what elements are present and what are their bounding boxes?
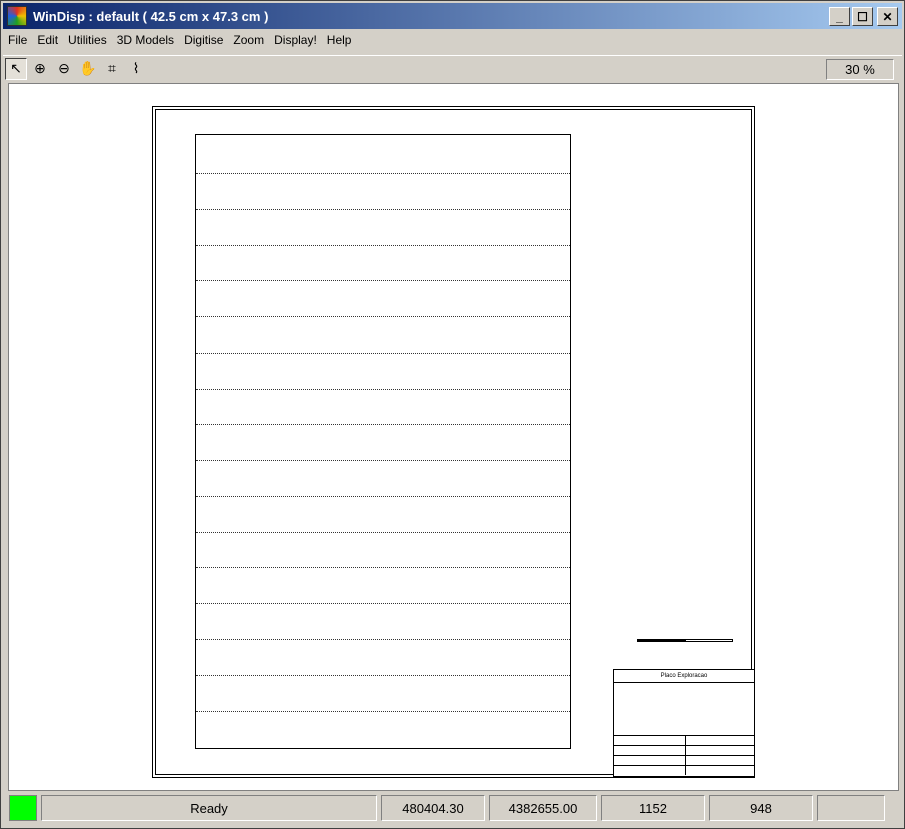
status-column: 1152 [601, 795, 705, 821]
menu-digitise[interactable]: Digitise [179, 33, 228, 47]
status-x-coordinate: 480404.30 [381, 795, 485, 821]
close-button[interactable]: ✕ [877, 7, 898, 26]
title-block-cell [686, 756, 688, 765]
pointer-icon: ↖ [10, 60, 22, 76]
status-y-coordinate: 4382655.00 [489, 795, 597, 821]
survey-line [196, 711, 570, 712]
map-canvas[interactable]: Placo Exploracao [8, 83, 899, 791]
title-block-cell [686, 766, 688, 775]
status-indicator [9, 795, 37, 821]
status-message: Ready [41, 795, 377, 821]
profile-chart-icon: ⌇ [132, 60, 140, 76]
toolbar: ↖ ⊕ ⊖ ✋ ⌗ ⌇ 30 % [3, 55, 902, 81]
survey-line [196, 460, 570, 461]
title-block-cell [614, 736, 686, 745]
survey-line [196, 639, 570, 640]
maximize-button[interactable]: ☐ [852, 7, 873, 26]
pan-tool-button[interactable]: ✋ [77, 58, 99, 80]
zoom-out-tool-button[interactable]: ⊖ [53, 58, 75, 80]
title-block-cell [614, 766, 686, 775]
title-block: Placo Exploracao [613, 669, 755, 777]
menu-3d-models[interactable]: 3D Models [112, 33, 179, 47]
maximize-icon: ☐ [857, 9, 868, 24]
menu-utilities[interactable]: Utilities [63, 33, 112, 47]
menu-help[interactable]: Help [322, 33, 357, 47]
close-icon: ✕ [882, 9, 893, 24]
scale-bar-black-segment [637, 639, 685, 642]
menu-bar: File Edit Utilities 3D Models Digitise Z… [3, 30, 902, 50]
scale-bar [637, 639, 733, 645]
pan-hand-icon: ✋ [79, 60, 97, 76]
survey-line [196, 675, 570, 676]
menu-edit[interactable]: Edit [32, 33, 63, 47]
survey-line [196, 603, 570, 604]
title-block-cell [614, 746, 686, 755]
scale-bar-white-segment [685, 639, 733, 642]
title-block-heading: Placo Exploracao [614, 670, 754, 683]
zoom-in-icon: ⊕ [34, 60, 46, 76]
survey-line [196, 532, 570, 533]
survey-line [196, 316, 570, 317]
profile-tool-button[interactable]: ⌇ [125, 58, 147, 80]
survey-line [196, 567, 570, 568]
zoom-out-icon: ⊖ [58, 60, 70, 76]
menu-file[interactable]: File [3, 33, 32, 47]
status-row: 948 [709, 795, 813, 821]
survey-line [196, 209, 570, 210]
survey-line [196, 353, 570, 354]
menu-zoom[interactable]: Zoom [228, 33, 269, 47]
title-block-row [614, 755, 754, 765]
title-block-cell [686, 746, 688, 755]
grid-tool-button[interactable]: ⌗ [101, 58, 123, 80]
windisp-window: WinDisp : default ( 42.5 cm x 47.3 cm ) … [0, 0, 905, 829]
minimize-button[interactable]: _ [829, 7, 850, 26]
title-block-cell [614, 756, 686, 765]
menu-display[interactable]: Display! [269, 33, 322, 47]
title-block-row [614, 735, 754, 745]
zoom-level-display: 30 % [826, 59, 894, 80]
title-block-row [614, 745, 754, 755]
survey-line [196, 280, 570, 281]
survey-line [196, 424, 570, 425]
pointer-tool-button[interactable]: ↖ [5, 57, 27, 80]
survey-line [196, 496, 570, 497]
survey-line [196, 245, 570, 246]
map-sheet: Placo Exploracao [152, 106, 755, 778]
survey-line [196, 173, 570, 174]
map-frame[interactable] [195, 134, 571, 749]
status-bar: Ready 480404.30 4382655.00 1152 948 [3, 793, 902, 823]
window-title: WinDisp : default ( 42.5 cm x 47.3 cm ) [33, 8, 269, 24]
title-block-row [614, 765, 754, 775]
status-extra [817, 795, 885, 821]
survey-line [196, 389, 570, 390]
grid-icon: ⌗ [108, 60, 116, 76]
title-block-body [614, 683, 754, 735]
minimize-icon: _ [836, 9, 843, 24]
title-block-cell [686, 736, 688, 745]
zoom-in-tool-button[interactable]: ⊕ [29, 58, 51, 80]
window-controls: _ ☐ ✕ [829, 7, 898, 26]
windisp-app-icon[interactable] [7, 6, 27, 26]
title-bar[interactable]: WinDisp : default ( 42.5 cm x 47.3 cm ) … [3, 3, 902, 29]
